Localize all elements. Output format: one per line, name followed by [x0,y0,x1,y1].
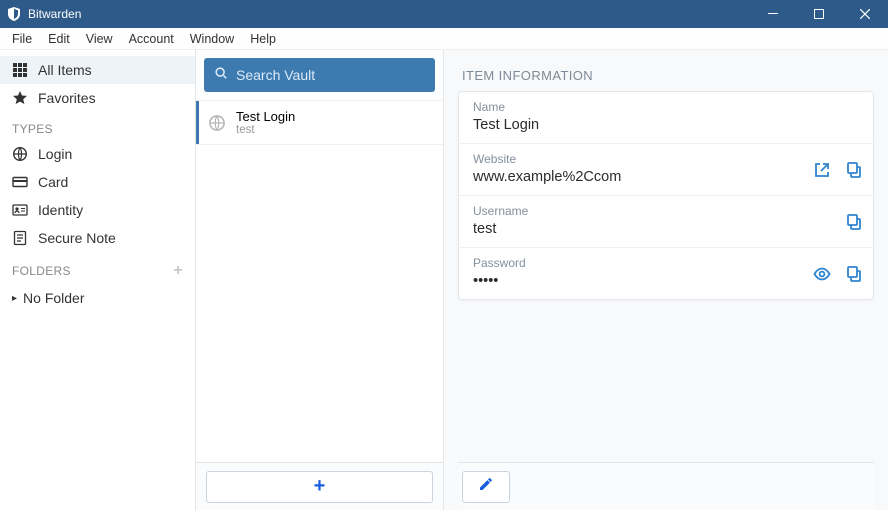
menu-help[interactable]: Help [242,30,284,48]
menu-account[interactable]: Account [121,30,182,48]
sidebar: All Items Favorites TYPES Login Card Ide… [0,50,196,510]
identity-icon [12,202,28,218]
detail-footer [458,462,874,510]
plus-icon: + [314,475,326,498]
sidebar-type-identity[interactable]: Identity [0,196,195,224]
sidebar-label: Identity [38,202,83,218]
app-shield-icon [6,6,22,22]
sidebar-label: No Folder [23,290,84,306]
search-icon [214,66,228,85]
menubar: File Edit View Account Window Help [0,28,888,50]
launch-icon[interactable] [813,161,831,179]
field-username: Username test [459,196,873,248]
grid-icon [12,62,28,78]
field-label: Website [473,152,859,166]
note-icon [12,230,28,246]
sidebar-type-login[interactable]: Login [0,140,195,168]
search-bar[interactable] [204,58,435,92]
add-folder-icon[interactable]: + [173,262,183,280]
menu-window[interactable]: Window [182,30,242,48]
sidebar-label: Card [38,174,68,190]
field-label: Name [473,100,859,114]
field-value: www.example%2Ccom [473,169,859,185]
titlebar: Bitwarden [0,0,888,28]
sidebar-label: Favorites [38,90,96,106]
add-item-button[interactable]: + [206,471,433,503]
field-value: Test Login [473,117,859,133]
field-password: Password ••••• [459,248,873,299]
sidebar-label: All Items [38,62,92,78]
sidebar-favorites[interactable]: Favorites [0,84,195,112]
sidebar-type-card[interactable]: Card [0,168,195,196]
edit-item-button[interactable] [462,471,510,503]
field-website: Website www.example%2Ccom [459,144,873,196]
card-icon [12,174,28,190]
item-list-pane: Test Login test + [196,50,444,510]
sidebar-type-secure-note[interactable]: Secure Note [0,224,195,252]
sidebar-folder-none[interactable]: ▸ No Folder [0,284,195,312]
window-minimize-button[interactable] [750,0,796,28]
field-label: Password [473,256,859,270]
window-close-button[interactable] [842,0,888,28]
sidebar-label: Login [38,146,72,162]
window-maximize-button[interactable] [796,0,842,28]
menu-file[interactable]: File [4,30,40,48]
detail-section-title: ITEM INFORMATION [462,68,870,83]
globe-icon [12,146,28,162]
window-title: Bitwarden [28,7,750,21]
detail-pane: ITEM INFORMATION Name Test Login Website… [444,50,888,510]
menu-view[interactable]: View [78,30,121,48]
item-list-footer: + [196,462,443,510]
item-info-card: Name Test Login Website www.example%2Cco… [458,91,874,300]
sidebar-types-header: TYPES [0,112,195,140]
eye-icon[interactable] [813,265,831,283]
item-subtitle: test [236,124,295,136]
globe-icon [208,114,226,132]
sidebar-all-items[interactable]: All Items [0,56,195,84]
menu-edit[interactable]: Edit [40,30,78,48]
item-title: Test Login [236,109,295,124]
field-label: Username [473,204,859,218]
sidebar-label: Secure Note [38,230,116,246]
field-name: Name Test Login [459,92,873,144]
item-list: Test Login test [196,100,443,462]
workspace: All Items Favorites TYPES Login Card Ide… [0,50,888,510]
field-value: ••••• [473,273,859,289]
vault-item[interactable]: Test Login test [196,100,443,145]
copy-icon[interactable] [845,161,863,179]
field-value: test [473,221,859,237]
search-input[interactable] [236,67,425,83]
caret-right-icon: ▸ [12,293,17,304]
copy-icon[interactable] [845,213,863,231]
pencil-icon [478,476,494,497]
copy-icon[interactable] [845,265,863,283]
sidebar-folders-header: FOLDERS + [0,252,195,284]
star-icon [12,90,28,106]
